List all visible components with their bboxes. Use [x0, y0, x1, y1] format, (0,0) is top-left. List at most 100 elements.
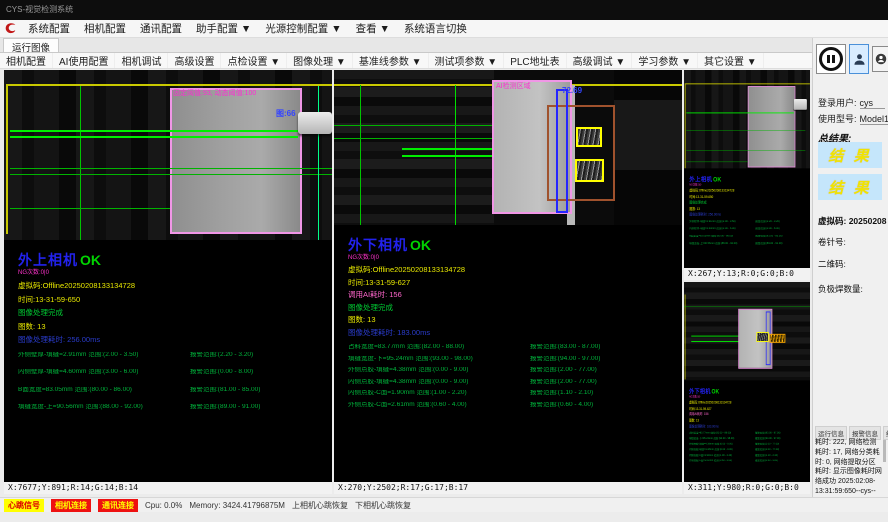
app-logo-icon: [4, 22, 17, 35]
process-time-line: 图像处理耗时: 256.00ms: [18, 336, 332, 344]
toolbar-item[interactable]: 相机调试: [115, 53, 168, 68]
defect-highlight-rect: [576, 127, 602, 147]
toolbar-item[interactable]: 学习参数 ▼: [632, 53, 698, 68]
toolbar-item[interactable]: 高级设置: [168, 53, 221, 68]
defect-highlight-rect: [575, 159, 604, 182]
measure-line: [10, 130, 298, 132]
login-user-label: 登录用户:: [818, 96, 857, 109]
thumbnail-lower-camera[interactable]: 外下相机OK NG次数:0|0 虚拟码:Offline2025020813313…: [684, 282, 810, 494]
process-time-line: 图像处理耗时: 183.00ms: [348, 329, 682, 337]
camera-panel-lower: AI检测区域 72.69 外下相机OK NG次数:0|0 虚拟码:Offline…: [334, 70, 682, 494]
model-label: 使用型号:: [818, 112, 857, 125]
menu-item[interactable]: 系统语言切换: [397, 21, 474, 36]
value-overlay-label: 图:66: [276, 110, 296, 118]
measurement-row: 外侧点胶-填缝=4.38mm 范围:(0.00 - 9.00)报警范围:(2.0…: [348, 367, 682, 374]
time-line: 时间:13-31-59-627: [348, 279, 682, 287]
toolbar-item[interactable]: 图像处理 ▼: [287, 53, 353, 68]
login-user-button[interactable]: [849, 44, 869, 74]
app-window: CYS-视觉检测系统 系统配置 相机配置 通讯配置 助手配置 ▼ 光源控制配置 …: [0, 0, 888, 522]
thumbnail-content: 外下相机OK NG次数:0|0 虚拟码:Offline2025020813313…: [684, 282, 810, 488]
menu-item[interactable]: 查看 ▼: [349, 21, 397, 36]
camera-image-upper[interactable]: 固定阈值:93, 动态阈值:100 图:66: [4, 70, 332, 240]
barcode-line: 虚拟码:Offline20250208133134728: [18, 282, 332, 290]
menu-bar: 系统配置 相机配置 通讯配置 助手配置 ▼ 光源控制配置 ▼ 查看 ▼ 系统语言…: [0, 20, 888, 38]
tab-strip: 运行图像: [0, 38, 888, 53]
ng-count: NG次数:0|0: [18, 270, 332, 276]
calibration-line: [685, 295, 686, 380]
user-switch-icon: [875, 52, 887, 66]
upper-camera-heartbeat: 上相机心跳恢复: [292, 500, 348, 511]
frames-line: 图数: 13: [18, 323, 332, 331]
pause-icon: [819, 47, 843, 71]
pause-button[interactable]: [816, 44, 846, 74]
toolbar-item[interactable]: 测试项参数 ▼: [429, 53, 505, 68]
tab-run-image[interactable]: 运行图像: [3, 38, 59, 52]
measurement-row: 内侧壁厚-填缝=4.60mm 范围:(3.00 - 6.00)报警范围:(0.0…: [18, 369, 332, 376]
memory-usage: Memory: 3424.41796875M: [189, 501, 285, 510]
reference-line: [80, 86, 81, 240]
log-scrollbar[interactable]: [883, 440, 886, 462]
camera-name: 外上相机: [18, 250, 78, 270]
pixel-coords-readout: X:311;Y:980;R:0;G:0;B:0: [684, 482, 810, 494]
heartbeat-badge: 心跳信号: [4, 499, 44, 512]
reference-line: [360, 85, 361, 225]
toolbar-item[interactable]: 基准线参数 ▼: [353, 53, 429, 68]
result-text-lower: 外下相机OK NG次数:0|0 虚拟码:Offline2025020813313…: [334, 225, 682, 482]
frames-line: 图数: 13: [348, 316, 682, 324]
toolbar-item[interactable]: 点检设置 ▼: [221, 53, 287, 68]
toolbar-item[interactable]: 高级调试 ▼: [567, 53, 633, 68]
switch-user-button[interactable]: [872, 46, 888, 72]
login-user-row: 登录用户: cys: [818, 96, 885, 109]
ai-time-line: 调用AI耗时: 156: [348, 291, 682, 299]
calibration-line: [685, 83, 686, 168]
barcode-line: 虚拟码:Offline20250208133134728: [348, 266, 682, 274]
thumbnail-upper-camera[interactable]: 外上相机OK NG次数:0|0 虚拟码:Offline2025020813313…: [684, 70, 810, 280]
value-overlay-label: 72.69: [562, 87, 582, 95]
lower-camera-heartbeat: 下相机心跳恢复: [355, 500, 411, 511]
camera-name: 外下相机: [348, 235, 408, 255]
login-user-value[interactable]: cys: [860, 98, 885, 109]
toolbar-item[interactable]: PLC地址表: [504, 53, 566, 68]
menu-item[interactable]: 助手配置 ▼: [189, 21, 258, 36]
log-text: 耗时: 222, 网络检测耗时: 17, 网络分类耗时: 0, 网络提取分区耗时…: [815, 438, 882, 500]
qr-code-label: 二维码:: [818, 258, 846, 270]
user-icon: [853, 52, 866, 67]
camera-image-lower[interactable]: AI检测区域 72.69: [334, 70, 682, 225]
cpu-usage: Cpu: 0.0%: [145, 501, 182, 510]
roi-rect: [748, 86, 796, 167]
roi-rect-blue[interactable]: [556, 89, 568, 213]
measurement-row: 填缝宽度-下=95.24mm 范围:(93.00 - 98.00)报警范围:(9…: [348, 356, 682, 363]
defect-highlight-rect: [756, 332, 768, 342]
defect-highlight-rect: [769, 334, 785, 343]
result-box-lower: 结 果: [818, 174, 882, 200]
done-line: 图像处理完成: [348, 304, 682, 312]
needle-number-label: 卷针号:: [818, 236, 846, 248]
connector-part: [794, 99, 807, 110]
measurement-row: 占料宽度=83.77mm 范围:(82.00 - 88.00)报警范围:(83.…: [348, 344, 682, 351]
toolbar-item[interactable]: 相机配置: [0, 53, 53, 68]
measure-line: [10, 208, 170, 209]
menu-item[interactable]: 相机配置: [77, 21, 133, 36]
pixel-coords-readout: X:267;Y:13;R:0;G:0;B:0: [684, 268, 810, 280]
menu-item[interactable]: 光源控制配置 ▼: [258, 21, 348, 36]
toolbar-item[interactable]: 其它设置 ▼: [698, 53, 764, 68]
machine-band: [614, 100, 682, 170]
sidebar-buttons: [816, 44, 888, 74]
menu-item[interactable]: 通讯配置: [133, 21, 189, 36]
pixel-coords-readout: X:7677;Y:891;R:14;G:14;B:14: [4, 482, 332, 494]
status-bar: 心跳信号 相机连接 通讯连接 Cpu: 0.0% Memory: 3424.41…: [0, 497, 888, 512]
calibration-line: [6, 84, 8, 234]
ai-area-overlay-label: AI检测区域: [496, 83, 531, 90]
time-line: 时间:13-31-59-650: [18, 296, 332, 304]
log-tab[interactable]: 统计信息: [883, 426, 888, 440]
measurement-row: 填缝宽度-上=90.56mm 范围:(88.00 - 92.00)报警范围:(8…: [18, 404, 332, 411]
model-value[interactable]: Model1: [860, 114, 888, 125]
measurement-row: 外侧点胶-C面=2.61mm 范围:(0.60 - 4.00)报警范围:(0.6…: [348, 402, 682, 409]
measurement-row: B面宽度=83.05mm 范围:(80.00 - 86.00)报警范围:(81.…: [18, 387, 332, 394]
pixel-coords-readout: X:270;Y:2502;R:17;G:17;B:17: [334, 482, 682, 494]
menu-item[interactable]: 系统配置: [21, 21, 77, 36]
virtual-code-label: 虚拟码: 20250208: [818, 215, 887, 227]
edge-line: [318, 86, 319, 240]
done-line: 图像处理完成: [18, 309, 332, 317]
toolbar-item[interactable]: AI使用配置: [53, 53, 115, 68]
